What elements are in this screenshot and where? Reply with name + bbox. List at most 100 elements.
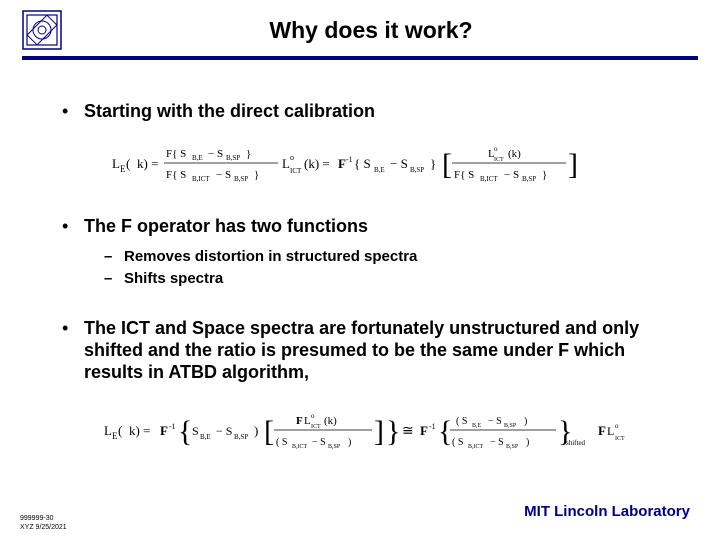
- svg-text:): ): [526, 437, 529, 448]
- svg-text:(k): (k): [508, 148, 521, 160]
- svg-text:B,ICT: B,ICT: [292, 444, 308, 450]
- svg-text:-1: -1: [429, 422, 436, 431]
- svg-text:L: L: [112, 156, 120, 171]
- sub-2-1-text: Removes distortion in structured spectra: [124, 247, 417, 267]
- sub-2-2: – Shifts spectra: [104, 269, 668, 289]
- svg-text:B,SP: B,SP: [234, 433, 248, 441]
- svg-text:B,ICT: B,ICT: [192, 175, 210, 183]
- bullet-3-text: The ICT and Space spectra are fortunatel…: [84, 317, 668, 383]
- svg-text:}: }: [430, 156, 436, 171]
- svg-text:o: o: [290, 153, 294, 162]
- svg-text:− S: − S: [208, 148, 223, 160]
- svg-text:ICT: ICT: [311, 424, 321, 430]
- svg-text:B,SP: B,SP: [504, 423, 517, 429]
- svg-text:-1: -1: [346, 155, 353, 164]
- svg-text:L: L: [282, 156, 290, 171]
- svg-text:B,E: B,E: [374, 166, 385, 174]
- footer-date: XYZ 9/25/2021: [20, 523, 67, 532]
- svg-text:L: L: [607, 424, 614, 438]
- svg-text:F: F: [160, 423, 168, 438]
- bullet-dot: •: [62, 317, 84, 383]
- svg-text:B,E: B,E: [192, 154, 203, 162]
- logo-icon: [22, 10, 62, 50]
- svg-text:( S: ( S: [276, 437, 287, 448]
- svg-text:{: {: [438, 415, 452, 448]
- footer-lab: MIT Lincoln Laboratory: [524, 503, 690, 520]
- svg-text:B,SP: B,SP: [328, 444, 341, 450]
- svg-text:): ): [524, 416, 527, 427]
- sub-dash: –: [104, 247, 124, 267]
- equation-2: L E ( k) = F -1 { S B,E − S B,SP ) [ F L…: [104, 407, 720, 453]
- equation-1: L E ( k) = F{ S B,E − S B,SP } F{ S B,IC…: [112, 140, 672, 186]
- svg-text:F: F: [338, 156, 346, 171]
- svg-text:B,ICT: B,ICT: [468, 444, 484, 450]
- svg-text:S: S: [192, 424, 199, 438]
- footer-code: 999999-30: [20, 514, 67, 523]
- svg-text:k) =: k) =: [137, 156, 158, 171]
- bullet-dot: •: [62, 215, 84, 237]
- svg-text:F{ S: F{ S: [454, 169, 474, 181]
- svg-text:F{ S: F{ S: [166, 148, 186, 160]
- svg-text:{ S: { S: [354, 156, 371, 171]
- svg-text:− S: − S: [490, 437, 504, 448]
- svg-text:L: L: [304, 415, 311, 427]
- svg-text:]: ]: [374, 415, 384, 448]
- svg-text:ICT: ICT: [615, 436, 625, 442]
- sub-dash: –: [104, 269, 124, 289]
- svg-text:− S: − S: [504, 169, 519, 181]
- svg-text:shifted: shifted: [566, 439, 586, 447]
- svg-text:ICT: ICT: [494, 157, 504, 163]
- bullet-2-text: The F operator has two functions: [84, 215, 368, 237]
- svg-text:− S: − S: [488, 416, 502, 427]
- svg-text:[: [: [442, 148, 452, 181]
- svg-text:ICT: ICT: [290, 167, 302, 175]
- svg-text:k) =: k) =: [129, 423, 150, 438]
- svg-text:): ): [254, 423, 258, 438]
- bullet-1-text: Starting with the direct calibration: [84, 100, 375, 122]
- bullet-1: • Starting with the direct calibration: [62, 100, 668, 122]
- svg-text:( S: ( S: [452, 437, 463, 448]
- svg-text:− S: − S: [312, 437, 326, 448]
- svg-text:(k): (k): [324, 415, 337, 427]
- bullet-2: • The F operator has two functions: [62, 215, 668, 237]
- svg-text:{: {: [178, 415, 192, 448]
- svg-text:-1: -1: [169, 422, 176, 431]
- bullet-3: • The ICT and Space spectra are fortunat…: [62, 317, 668, 383]
- svg-text:F: F: [296, 415, 303, 427]
- svg-text:o: o: [311, 412, 315, 420]
- sub-2-1: – Removes distortion in structured spect…: [104, 247, 668, 267]
- svg-text:− S: − S: [216, 169, 231, 181]
- svg-text:B,SP: B,SP: [410, 166, 424, 174]
- slide-title: Why does it work?: [62, 17, 720, 44]
- bullet-dot: •: [62, 100, 84, 122]
- svg-text:B,ICT: B,ICT: [480, 175, 498, 183]
- svg-text:(: (: [126, 156, 130, 171]
- sub-2-2-text: Shifts spectra: [124, 269, 223, 289]
- svg-text:}: }: [542, 169, 547, 181]
- svg-text:L: L: [104, 423, 112, 438]
- svg-text:− S: − S: [216, 424, 232, 438]
- svg-text:B,SP: B,SP: [506, 444, 519, 450]
- svg-text:B,E: B,E: [472, 423, 482, 429]
- svg-text:(: (: [118, 423, 122, 438]
- svg-text:( S: ( S: [456, 416, 467, 427]
- svg-text:B,E: B,E: [200, 433, 211, 441]
- svg-text:F: F: [598, 423, 606, 438]
- svg-text:o: o: [494, 145, 498, 153]
- svg-text:B,SP: B,SP: [226, 154, 240, 162]
- svg-text:}: }: [254, 169, 259, 181]
- svg-text:B,SP: B,SP: [522, 175, 536, 183]
- svg-text:F: F: [420, 423, 428, 438]
- svg-text:B,SP: B,SP: [234, 175, 248, 183]
- svg-text:): ): [348, 437, 351, 448]
- footer-id: 999999-30 XYZ 9/25/2021: [20, 514, 67, 532]
- svg-text:}: }: [386, 415, 400, 448]
- svg-text:}: }: [246, 148, 251, 160]
- svg-text:o: o: [615, 422, 619, 430]
- svg-text:− S: − S: [390, 156, 408, 171]
- svg-text:F{ S: F{ S: [166, 169, 186, 181]
- svg-text:≅: ≅: [402, 424, 414, 439]
- svg-text:[: [: [264, 415, 274, 448]
- slide-body: • Starting with the direct calibration L…: [0, 60, 720, 478]
- svg-text:]: ]: [568, 148, 578, 181]
